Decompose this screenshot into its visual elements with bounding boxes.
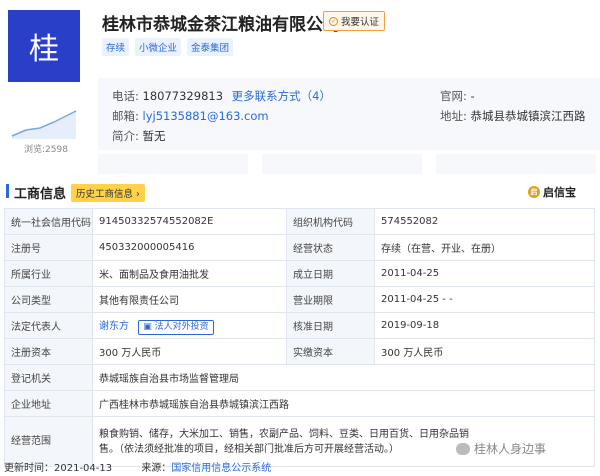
verify-icon: ✓ <box>329 16 338 26</box>
provider-brand: 启 启信宝 <box>528 184 576 200</box>
watermark-text: 桂林人身边事 <box>474 442 547 456</box>
wechat-icon <box>456 442 470 455</box>
tag-size[interactable]: 小微企业 <box>135 38 182 56</box>
company-type-label: 公司类型 <box>4 286 93 313</box>
updated-value: 2021-04-13 <box>54 463 113 474</box>
more-contacts-link[interactable]: 更多联系方式（4） <box>232 89 331 103</box>
approval-date-label: 核准日期 <box>286 312 375 339</box>
website-label: 官网: <box>440 89 467 103</box>
verify-button[interactable]: ✓ 我要认证 <box>323 11 386 31</box>
source-label: 来源： <box>141 463 172 474</box>
intro-row: 简介: 暂无 <box>112 128 166 144</box>
email-row: 邮箱: lyj5135881@163.com <box>112 108 269 124</box>
table-row: 所属行业 米、面制品及食用油批发 成立日期 2011-04-25 <box>4 260 595 287</box>
intro-label: 简介: <box>112 129 139 143</box>
provider-logo-icon: 启 <box>528 186 540 198</box>
authority-value: 恭城瑶族自治县市场监督管理局 <box>92 364 595 391</box>
table-row: 登记机关 恭城瑶族自治县市场监督管理局 <box>4 364 595 391</box>
invest-label: 法人对外投资 <box>154 321 209 332</box>
reg-no-value: 450332000005416 <box>92 234 287 261</box>
reg-capital-value: 300 万人民币 <box>92 338 287 365</box>
reg-capital-label: 注册资本 <box>4 338 93 365</box>
credit-code-label: 统一社会信用代码 <box>4 208 93 235</box>
industry-label: 所属行业 <box>4 260 93 287</box>
legal-rep-cell: 谢东方 ▣ 法人对外投资 <box>92 312 287 339</box>
company-address-label: 企业地址 <box>4 390 93 417</box>
phone-label: 电话: <box>112 89 139 103</box>
divider <box>98 154 248 174</box>
founded-label: 成立日期 <box>286 260 375 287</box>
website-row: 官网: - <box>440 88 475 104</box>
org-code-label: 组织机构代码 <box>286 208 375 235</box>
term-label: 营业期限 <box>286 286 375 313</box>
source-link[interactable]: 国家信用信息公示系统 <box>171 463 271 474</box>
history-label: 历史工商信息 <box>76 189 134 200</box>
tag-group[interactable]: 金泰集团 <box>187 38 234 56</box>
section-title: 工商信息 <box>14 187 67 202</box>
footer: 更新时间：2021-04-13 来源：国家信用信息公示系统 <box>4 459 271 474</box>
phone-row: 电话: 18077329813 更多联系方式（4） <box>112 88 331 104</box>
term-value: 2011-04-25 - - <box>374 286 595 313</box>
address-value: 恭城县恭城镇滨江西路 <box>470 109 586 123</box>
paid-capital-label: 实缴资本 <box>286 338 375 365</box>
org-code-value: 574552082 <box>374 208 595 235</box>
industry-value: 米、面制品及食用油批发 <box>92 260 287 287</box>
watermark: 桂林人身边事 <box>456 440 546 457</box>
views-trend-chart-icon <box>11 110 77 139</box>
founded-value: 2011-04-25 <box>374 260 595 287</box>
section-accent-bar <box>6 184 9 198</box>
address-row: 地址: 恭城县恭城镇滨江西路 <box>440 108 586 124</box>
table-row: 企业地址 广西桂林市恭城瑶族自治县恭城镇滨江西路 <box>4 390 595 417</box>
table-row: 注册资本 300 万人民币 实缴资本 300 万人民币 <box>4 338 595 365</box>
table-row: 注册号 450332000005416 经营状态 存续（在营、开业、在册） <box>4 234 595 261</box>
table-row: 公司类型 其他有限责任公司 营业期限 2011-04-25 - - <box>4 286 595 313</box>
updated-label: 更新时间： <box>4 463 54 474</box>
company-address-value: 广西桂林市恭城瑶族自治县恭城镇滨江西路 <box>92 390 595 417</box>
history-info-button[interactable]: 历史工商信息 › <box>71 184 145 202</box>
invest-icon: ▣ <box>143 321 152 332</box>
divider <box>262 154 422 174</box>
company-type-value: 其他有限责任公司 <box>92 286 287 313</box>
reg-no-label: 注册号 <box>4 234 93 261</box>
tag-status[interactable]: 存续 <box>102 38 130 56</box>
business-info-table: 统一社会信用代码 91450332574552082E 组织机构代码 57455… <box>4 208 595 467</box>
paid-capital-value: 300 万人民币 <box>374 338 595 365</box>
legal-rep-invest-button[interactable]: ▣ 法人对外投资 <box>138 319 214 335</box>
logo-char: 桂 <box>29 32 59 67</box>
provider-name: 启信宝 <box>543 186 576 199</box>
chevron-right-icon: › <box>136 189 140 200</box>
email-link[interactable]: lyj5135881@163.com <box>143 109 269 123</box>
credit-code-value: 91450332574552082E <box>92 208 287 235</box>
phone-value[interactable]: 18077329813 <box>143 89 223 103</box>
status-label: 经营状态 <box>286 234 375 261</box>
intro-value: 暂无 <box>142 129 166 143</box>
approval-date-value: 2019-09-18 <box>374 312 595 339</box>
table-row: 法定代表人 谢东方 ▣ 法人对外投资 核准日期 2019-09-18 <box>4 312 595 339</box>
status-value: 存续（在营、开业、在册） <box>374 234 595 261</box>
authority-label: 登记机关 <box>4 364 93 391</box>
verify-label: 我要认证 <box>341 17 380 28</box>
company-logo: 桂 <box>8 10 80 82</box>
company-name: 桂林市恭城金茶江粮油有限公司 <box>102 15 340 35</box>
views-count: 浏览:2598 <box>24 145 68 155</box>
address-label: 地址: <box>440 109 467 123</box>
website-value: - <box>470 89 475 103</box>
email-label: 邮箱: <box>112 109 139 123</box>
company-tags: 存续 小微企业 金泰集团 <box>102 38 234 56</box>
legal-rep-link[interactable]: 谢东方 <box>99 321 129 332</box>
legal-rep-label: 法定代表人 <box>4 312 93 339</box>
table-row: 统一社会信用代码 91450332574552082E 组织机构代码 57455… <box>4 208 595 235</box>
divider <box>436 154 596 174</box>
